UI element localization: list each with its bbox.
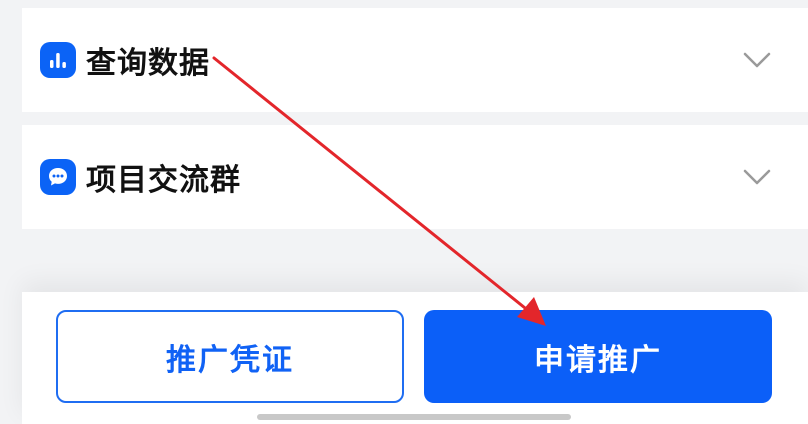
chevron-down-icon[interactable] [742,51,772,69]
apply-promotion-button[interactable]: 申请推广 [424,310,772,403]
bottom-action-bar: 推广凭证 申请推广 [22,292,808,424]
project-group-header: 项目交流群 [40,155,241,199]
bar-chart-icon [40,42,76,78]
query-data-title: 查询数据 [86,46,210,81]
screen: 查询数据 项目交流群 推广凭证 申请推广 [0,0,808,424]
project-group-section[interactable]: 项目交流群 [22,125,808,229]
chevron-down-icon[interactable] [742,168,772,186]
promotion-proof-button[interactable]: 推广凭证 [56,310,404,403]
project-group-title: 项目交流群 [86,163,241,198]
home-indicator[interactable] [257,414,571,420]
chat-bubble-icon [40,159,76,195]
query-data-header: 查询数据 [40,38,210,82]
query-data-section[interactable]: 查询数据 [22,8,808,112]
